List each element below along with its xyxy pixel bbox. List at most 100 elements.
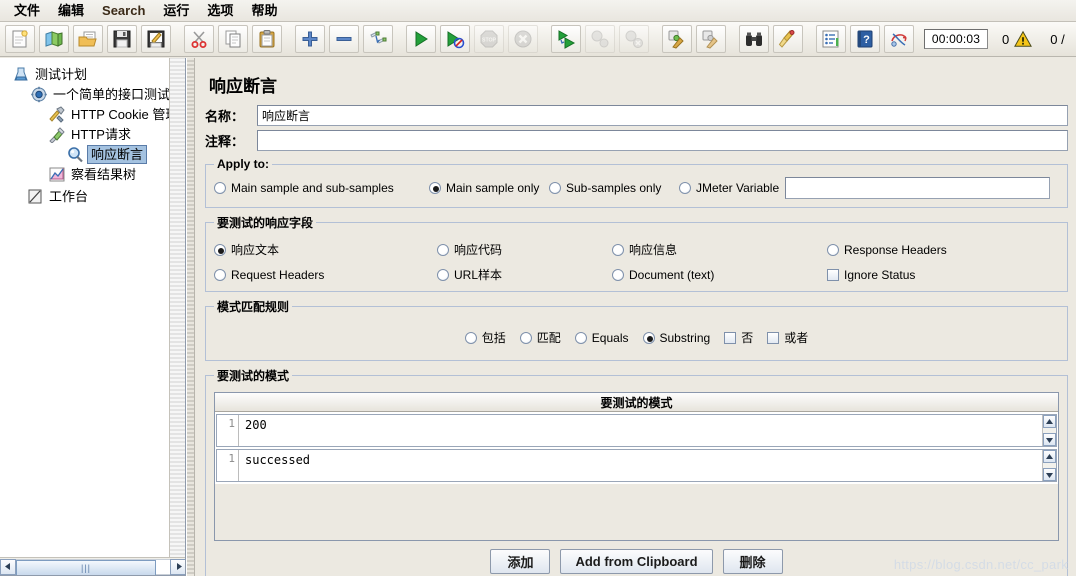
radio-label: Response Headers [844, 242, 947, 257]
add-button[interactable]: 添加 [490, 549, 551, 574]
body-area: 测试计划 一个简单的接口测试 HTTP Cookie 管理 HTTP请求 响应断… [0, 58, 1076, 576]
radio-document-text[interactable]: Document (text) [612, 268, 827, 282]
search-button[interactable] [739, 25, 769, 53]
radio-sub-only[interactable]: Sub-samples only [549, 181, 679, 195]
radio-matches[interactable]: 匹配 [519, 329, 561, 346]
save-as-button[interactable] [141, 25, 171, 53]
panel-splitter[interactable] [186, 58, 195, 576]
checkbox-ignore-status[interactable]: Ignore Status [827, 268, 915, 282]
radio-equals[interactable]: Equals [574, 331, 629, 345]
thread-group-icon [31, 86, 47, 102]
radio-response-message[interactable]: 响应信息 [612, 241, 827, 258]
pattern-row-2[interactable]: 1 successed [216, 449, 1057, 482]
templates-button[interactable] [39, 25, 69, 53]
tree-node-test-plan[interactable]: 测试计划 [4, 64, 169, 84]
tree-horizontal-scrollbar[interactable]: ||| [0, 557, 185, 575]
function-helper-button[interactable] [816, 25, 846, 53]
scroll-track[interactable]: ||| [16, 558, 170, 575]
copy-button[interactable] [218, 25, 248, 53]
pattern-row-1[interactable]: 1 200 [216, 414, 1057, 447]
clear-button[interactable] [662, 25, 692, 53]
tree-node-cookie-manager[interactable]: HTTP Cookie 管理 [4, 104, 169, 124]
paste-button[interactable] [252, 25, 282, 53]
stop-button[interactable]: STOP [474, 25, 504, 53]
radio-indicator-icon [429, 182, 441, 194]
add-from-clipboard-button[interactable]: Add from Clipboard [560, 549, 713, 574]
radio-substring[interactable]: Substring [642, 331, 710, 345]
remote-stop-all-button[interactable] [585, 25, 615, 53]
comment-input[interactable] [257, 130, 1068, 151]
tree-node-response-assertion[interactable]: 响应断言 [4, 144, 169, 164]
name-input[interactable]: 响应断言 [257, 105, 1068, 126]
response-field-row-2: Request Headers URL样本 Document (text) Ig… [214, 266, 1059, 283]
menu-file[interactable]: 文件 [6, 1, 48, 21]
checkbox-indicator-icon [767, 331, 780, 344]
radio-label: 响应文本 [231, 243, 280, 257]
scroll-thumb[interactable]: ||| [16, 559, 156, 575]
tree-label: 测试计划 [35, 66, 88, 82]
tree-node-thread-group[interactable]: 一个简单的接口测试 [4, 84, 169, 104]
pattern-row-scrollbar[interactable] [1042, 450, 1056, 481]
comment-row: 注释： [205, 130, 1068, 151]
tree-vertical-scrollbar[interactable] [169, 58, 185, 557]
radio-response-headers[interactable]: Response Headers [827, 243, 947, 257]
warning-triangle-icon[interactable] [1014, 30, 1033, 48]
radio-main-only[interactable]: Main sample only [429, 181, 549, 195]
radio-url-sample[interactable]: URL样本 [437, 266, 612, 283]
start-button[interactable] [406, 25, 436, 53]
pattern-value-input[interactable]: 200 [239, 415, 1042, 446]
tree-node-view-results-tree[interactable]: 察看结果树 [4, 164, 169, 184]
radio-jmeter-variable[interactable]: JMeter Variable [679, 181, 779, 195]
scroll-up-arrow-icon[interactable] [1043, 450, 1056, 463]
open-button[interactable] [73, 25, 103, 53]
scroll-left-arrow-icon[interactable] [0, 558, 16, 575]
remote-shutdown-all-button[interactable] [619, 25, 649, 53]
scroll-right-arrow-icon[interactable] [170, 558, 185, 575]
patterns-empty-area[interactable] [215, 484, 1058, 540]
tree-label: HTTP Cookie 管理 [71, 106, 169, 122]
checkbox-not[interactable]: 否 [724, 329, 753, 346]
new-button[interactable] [5, 25, 35, 53]
name-row: 名称： 响应断言 [205, 105, 1068, 126]
radio-request-headers[interactable]: Request Headers [214, 268, 437, 282]
help-button[interactable]: ? [850, 25, 880, 53]
radio-indicator-icon [642, 331, 655, 344]
delete-button[interactable]: 删除 [722, 549, 783, 574]
menu-search[interactable]: Search [94, 1, 153, 21]
radio-label: Document (text) [629, 267, 715, 282]
radio-response-code[interactable]: 响应代码 [437, 241, 612, 258]
menu-edit[interactable]: 编辑 [50, 1, 92, 21]
scroll-down-arrow-icon[interactable] [1043, 468, 1056, 481]
pattern-row-scrollbar[interactable] [1042, 415, 1056, 446]
radio-response-text[interactable]: 响应文本 [214, 241, 437, 258]
scroll-up-arrow-icon[interactable] [1043, 415, 1056, 428]
radio-main-and-sub[interactable]: Main sample and sub-samples [214, 181, 429, 195]
cut-button[interactable] [184, 25, 214, 53]
expand-button[interactable] [295, 25, 325, 53]
menu-help[interactable]: 帮助 [243, 1, 285, 21]
shutdown-button[interactable] [508, 25, 538, 53]
clear-all-button[interactable] [696, 25, 726, 53]
menu-run[interactable]: 运行 [155, 1, 197, 21]
checkbox-or[interactable]: 或者 [767, 329, 808, 346]
tree-node-http-request[interactable]: HTTP请求 [4, 124, 169, 144]
toolbar-separator [730, 25, 739, 53]
search-reset-button[interactable] [773, 25, 803, 53]
tree-label: 响应断言 [87, 144, 148, 164]
play-no-timers-icon [447, 31, 465, 49]
scissors-icon [191, 31, 207, 48]
menu-options[interactable]: 选项 [199, 1, 241, 21]
start-no-pauses-button[interactable] [440, 25, 470, 53]
toolbar-extra-button[interactable] [884, 25, 914, 53]
save-button[interactable] [107, 25, 137, 53]
radio-label: 响应信息 [629, 243, 678, 257]
tree-node-workbench[interactable]: 工作台 [4, 186, 169, 206]
toggle-button[interactable] [363, 25, 393, 53]
remote-start-all-button[interactable] [551, 25, 581, 53]
collapse-button[interactable] [329, 25, 359, 53]
pattern-value-input[interactable]: successed [239, 450, 1042, 481]
jmeter-variable-input[interactable] [785, 177, 1051, 199]
scroll-down-arrow-icon[interactable] [1043, 433, 1056, 446]
radio-contains[interactable]: 包括 [464, 329, 506, 346]
tree-scroll-area: 测试计划 一个简单的接口测试 HTTP Cookie 管理 HTTP请求 响应断… [0, 58, 169, 557]
